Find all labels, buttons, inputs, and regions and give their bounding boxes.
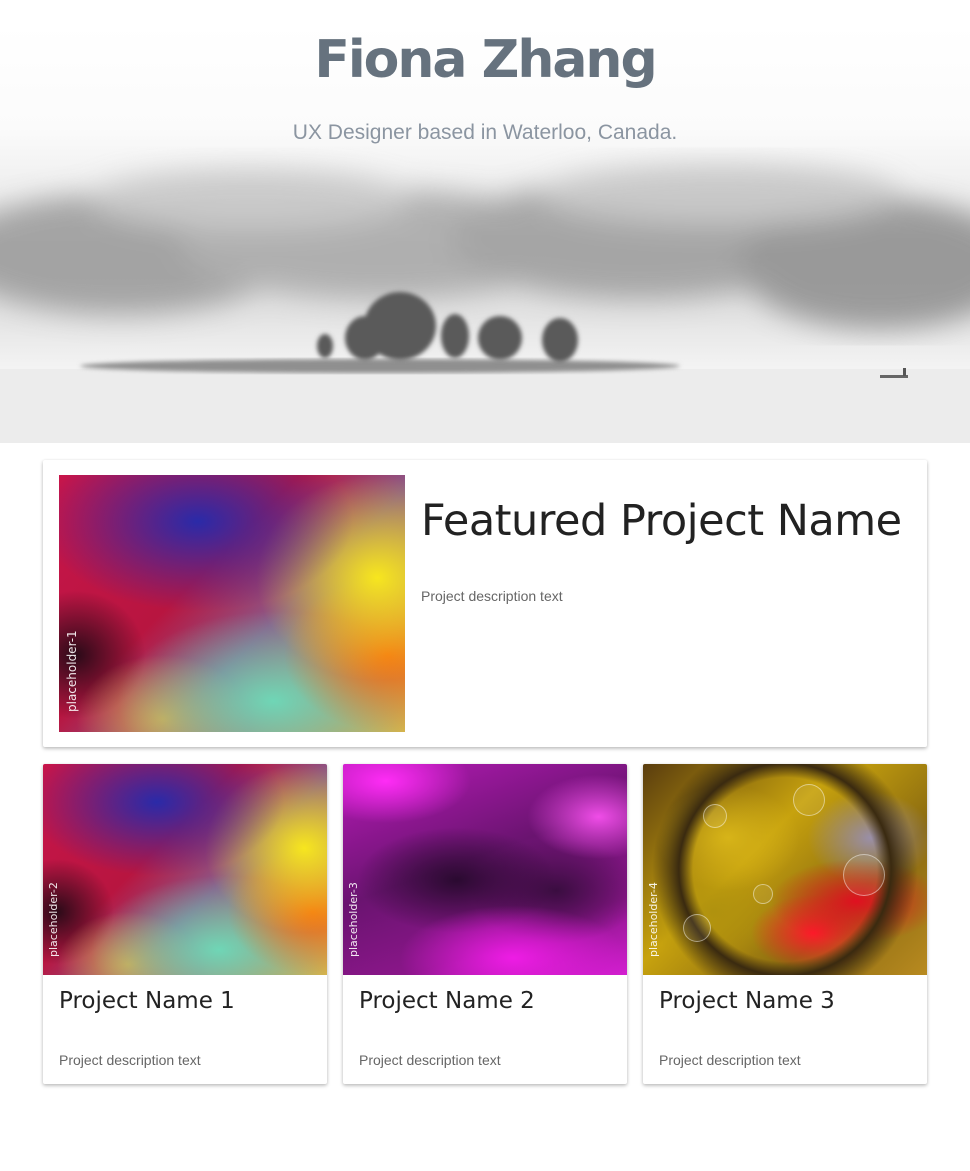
project-description-2: Project description text <box>359 1052 501 1068</box>
project-card-2[interactable]: placeholder-3 Project Name 2 Project des… <box>343 764 627 1084</box>
project-title-2[interactable]: Project Name 2 <box>359 988 535 1014</box>
featured-project-description: Project description text <box>421 588 563 604</box>
featured-project-card[interactable]: placeholder-1 Featured Project Name Proj… <box>43 460 927 747</box>
image-placeholder-label: placeholder-4 <box>647 882 660 957</box>
featured-project-title[interactable]: Featured Project Name <box>421 496 902 546</box>
bubble-shape <box>753 884 773 904</box>
image-placeholder-label: placeholder-1 <box>65 630 79 712</box>
site-title: Fiona Zhang <box>314 30 657 90</box>
bubble-shape <box>793 784 825 816</box>
project-title-3[interactable]: Project Name 3 <box>659 988 835 1014</box>
project-image-2[interactable]: placeholder-3 <box>343 764 627 975</box>
site-subtitle: UX Designer based in Waterloo, Canada. <box>292 121 678 144</box>
project-image-3[interactable]: placeholder-4 <box>643 764 927 975</box>
featured-project-image[interactable]: placeholder-1 <box>59 475 405 732</box>
hero-banner: Fiona Zhang UX Designer based in Waterlo… <box>0 24 970 443</box>
bubble-shape <box>683 914 711 942</box>
project-title-1[interactable]: Project Name 1 <box>59 988 235 1014</box>
bubble-shape <box>703 804 727 828</box>
project-image-1[interactable]: placeholder-2 <box>43 764 327 975</box>
project-description-3: Project description text <box>659 1052 801 1068</box>
project-card-3[interactable]: placeholder-4 Project Name 3 Project des… <box>643 764 927 1084</box>
image-placeholder-label: placeholder-3 <box>347 882 360 957</box>
bubble-shape <box>843 854 885 896</box>
project-card-1[interactable]: placeholder-2 Project Name 1 Project des… <box>43 764 327 1084</box>
image-placeholder-label: placeholder-2 <box>47 882 60 957</box>
project-description-1: Project description text <box>59 1052 201 1068</box>
